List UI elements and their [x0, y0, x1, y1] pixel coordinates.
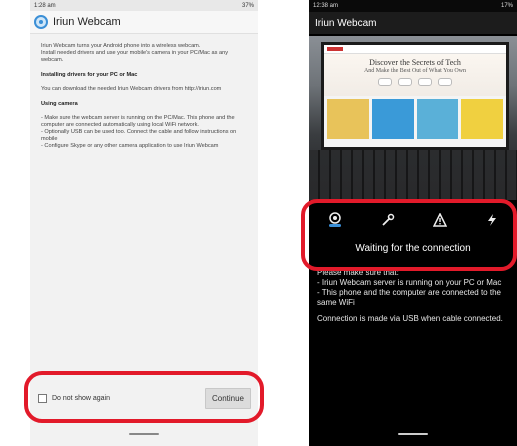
app-title: Iriun Webcam: [315, 17, 377, 29]
app-bar: Iriun Webcam: [309, 12, 517, 34]
website-tile: [371, 99, 414, 139]
website-button: [438, 78, 452, 86]
website-button: [418, 78, 432, 86]
camera-text: - Make sure the webcam server is running…: [41, 115, 237, 149]
website-button: [378, 78, 392, 86]
website-hero: Discover the Secrets of Tech And Make th…: [324, 54, 506, 96]
camera-preview: Discover the Secrets of Tech And Make th…: [309, 36, 517, 200]
home-pill[interactable]: [129, 433, 159, 435]
connection-info: Please make sure that: - Iriun Webcam se…: [317, 268, 511, 330]
drivers-heading: Installing drivers for your PC or Mac: [41, 72, 138, 78]
status-time: 1:28 am: [34, 2, 56, 9]
status-bar: 1:28 am 37%: [30, 0, 258, 11]
info-usb: Connection is made via USB when cable co…: [317, 314, 503, 323]
website-nav: [324, 45, 506, 54]
laptop-screen-image: Discover the Secrets of Tech And Make th…: [321, 42, 509, 150]
nav-bar: [30, 430, 258, 446]
highlight-box-bottom-actions: [24, 371, 264, 423]
website-tile: [327, 99, 369, 139]
app-title: Iriun Webcam: [53, 16, 121, 28]
website-tiles: [324, 96, 506, 142]
iriun-logo-icon: [34, 15, 48, 29]
status-bar: 12:38 am 17%: [309, 0, 517, 12]
website-title: Discover the Secrets of Tech: [369, 58, 461, 67]
laptop-keyboard-image: [309, 150, 517, 200]
intro-content: Iriun Webcam turns your Android phone in…: [30, 34, 258, 150]
status-battery: 17%: [500, 3, 513, 9]
nav-bar: [309, 430, 517, 446]
app-bar: Iriun Webcam: [30, 11, 258, 34]
status-battery: 37%: [241, 2, 254, 9]
website-tile: [461, 99, 503, 139]
status-time: 12:38 am: [313, 3, 339, 9]
camera-heading: Using camera: [41, 101, 78, 107]
home-pill[interactable]: [398, 433, 428, 435]
drivers-text: You can download the needed Iriun Webcam…: [41, 86, 222, 92]
website-logo: [327, 47, 343, 51]
website-button: [398, 78, 412, 86]
website-buttons: [324, 78, 506, 86]
info-requirements: Please make sure that: - Iriun Webcam se…: [317, 268, 502, 307]
website-subtitle: And Make the Best Out of What You Own: [363, 68, 467, 74]
highlight-box-camera-toolbar: [301, 199, 517, 271]
website-tile: [416, 99, 459, 139]
intro-paragraph: Iriun Webcam turns your Android phone in…: [41, 43, 228, 63]
